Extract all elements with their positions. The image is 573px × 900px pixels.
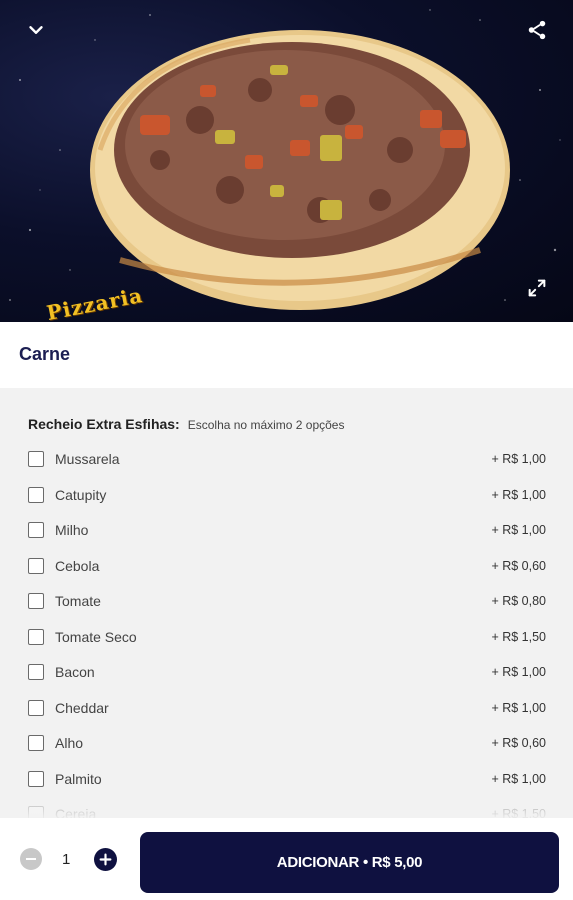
option-checkbox[interactable]	[28, 451, 44, 467]
option-label: Cebola	[55, 557, 100, 574]
option-label: Alho	[55, 735, 84, 751]
extra-option-row[interactable]: Catupity + R$ 1,00	[28, 483, 546, 507]
option-price: + R$ 1,00	[491, 771, 546, 786]
option-label: Tomate	[55, 593, 101, 609]
extras-group-header: Recheio Extra Esfihas: Escolha no máximo…	[28, 416, 344, 432]
add-to-cart-button[interactable]: ADICIONAR • R$ 5,00	[140, 832, 559, 893]
extra-option-row[interactable]: Palmito + R$ 1,00	[28, 767, 546, 791]
option-price: + R$ 0,80	[491, 594, 546, 608]
option-checkbox[interactable]	[28, 522, 44, 538]
extras-group-title: Recheio Extra Esfihas:	[28, 416, 180, 432]
option-price: + R$ 1,00	[491, 523, 546, 537]
option-checkbox[interactable]	[28, 699, 44, 716]
decrease-quantity-button[interactable]	[20, 848, 42, 870]
back-button[interactable]	[18, 12, 54, 48]
scroll-fade	[0, 796, 573, 818]
footer-bar: 1 ADICIONAR • R$ 5,00	[0, 818, 573, 900]
option-label: Milho	[55, 522, 89, 538]
option-label: Mussarela	[55, 451, 120, 467]
extras-options-panel: Recheio Extra Esfihas: Escolha no máximo…	[0, 388, 573, 818]
option-price: + R$ 1,50	[491, 629, 546, 644]
extra-option-row[interactable]: Mussarela + R$ 1,00	[28, 447, 546, 471]
quantity-value: 1	[62, 851, 71, 868]
product-image: Pizzaria	[0, 0, 573, 322]
option-label: Bacon	[55, 664, 95, 680]
extras-group-hint: Escolha no máximo 2 opções	[187, 418, 345, 432]
option-price: + R$ 1,00	[491, 665, 546, 679]
option-label: Palmito	[55, 770, 102, 787]
option-price: + R$ 0,60	[491, 736, 546, 750]
extra-option-row[interactable]: Cebola + R$ 0,60	[28, 554, 546, 578]
option-checkbox[interactable]	[28, 593, 44, 609]
expand-icon	[528, 279, 546, 297]
extra-option-row[interactable]: Alho + R$ 0,60	[28, 731, 546, 755]
option-checkbox[interactable]	[28, 735, 44, 751]
extra-option-row[interactable]: Cheddar + R$ 1,00	[28, 696, 546, 720]
share-icon	[528, 20, 546, 40]
option-checkbox[interactable]	[28, 486, 44, 503]
product-title-bar: Carne	[0, 322, 573, 388]
extra-option-row[interactable]: Bacon + R$ 1,00	[28, 660, 546, 684]
option-price: + R$ 0,60	[491, 558, 546, 573]
option-price: + R$ 1,00	[491, 487, 546, 502]
starfield-background	[9, 9, 561, 310]
product-title: Carne	[19, 344, 71, 364]
option-checkbox[interactable]	[28, 557, 44, 574]
chevron-down-icon	[29, 26, 43, 34]
plus-icon	[99, 853, 112, 866]
extra-option-row[interactable]: Tomate Seco + R$ 1,50	[28, 625, 546, 649]
extra-option-row[interactable]: Tomate + R$ 0,80	[28, 589, 546, 613]
option-checkbox[interactable]	[28, 770, 44, 787]
option-label: Cheddar	[55, 699, 109, 716]
option-price: + R$ 1,00	[491, 452, 546, 466]
option-checkbox[interactable]	[28, 628, 44, 645]
extra-option-row[interactable]: Milho + R$ 1,00	[28, 518, 546, 542]
option-label: Tomate Seco	[55, 628, 137, 645]
share-button[interactable]	[519, 12, 555, 48]
option-price: + R$ 1,00	[491, 700, 546, 715]
expand-image-button[interactable]	[519, 270, 555, 306]
option-checkbox[interactable]	[28, 664, 44, 680]
increase-quantity-button[interactable]	[94, 848, 117, 871]
option-label: Catupity	[55, 486, 107, 503]
